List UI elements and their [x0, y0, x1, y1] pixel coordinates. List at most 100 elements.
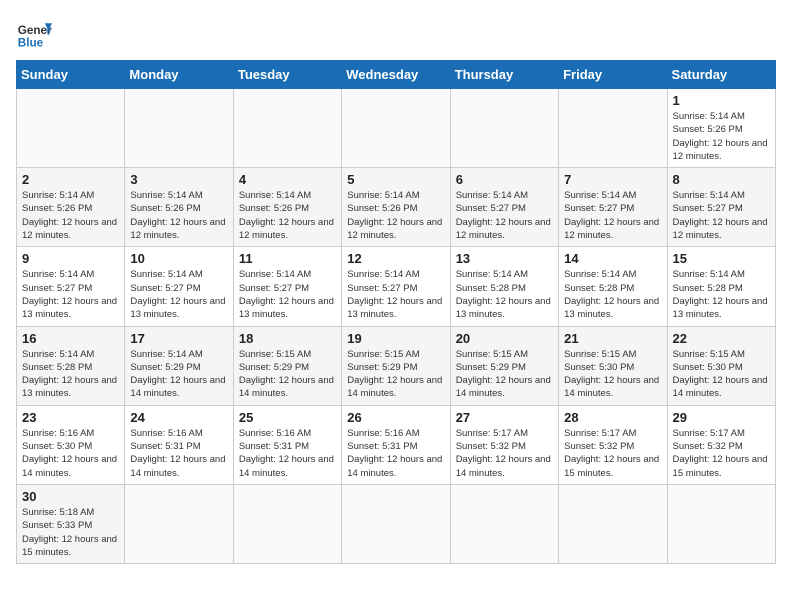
calendar-cell: 5 Sunrise: 5:14 AMSunset: 5:26 PMDaylight…	[342, 168, 450, 247]
day-number: 3	[130, 172, 227, 187]
day-number: 10	[130, 251, 227, 266]
calendar-cell: 6 Sunrise: 5:14 AMSunset: 5:27 PMDaylight…	[450, 168, 558, 247]
day-number: 6	[456, 172, 553, 187]
day-info: Sunrise: 5:16 AMSunset: 5:31 PMDaylight:…	[239, 427, 336, 480]
day-number: 25	[239, 410, 336, 425]
day-number: 24	[130, 410, 227, 425]
calendar-cell: 20Sunrise: 5:15 AMSunset: 5:29 PMDayligh…	[450, 326, 558, 405]
calendar-cell: 22 Sunrise: 5:15 AMSunset: 5:30 PMDayligh…	[667, 326, 775, 405]
day-info: Sunrise: 5:14 AMSunset: 5:26 PMDaylight:…	[347, 189, 444, 242]
day-info: Sunrise: 5:14 AMSunset: 5:27 PMDaylight:…	[456, 189, 553, 242]
day-number: 28	[564, 410, 661, 425]
calendar-cell: 30 Sunrise: 5:18 AMSunset: 5:33 PMDayligh…	[17, 484, 125, 563]
calendar-cell: 18 Sunrise: 5:15 AMSunset: 5:29 PMDayligh…	[233, 326, 341, 405]
day-number: 29	[673, 410, 770, 425]
calendar-cell: 10 Sunrise: 5:14 AMSunset: 5:27 PMDayligh…	[125, 247, 233, 326]
calendar-cell: 9 Sunrise: 5:14 AMSunset: 5:27 PMDaylight…	[17, 247, 125, 326]
day-info: Sunrise: 5:14 AMSunset: 5:27 PMDaylight:…	[347, 268, 444, 321]
calendar-cell	[450, 484, 558, 563]
calendar-cell	[342, 484, 450, 563]
weekday-header: Monday	[125, 61, 233, 89]
day-number: 9	[22, 251, 119, 266]
calendar-cell: 24 Sunrise: 5:16 AMSunset: 5:31 PMDayligh…	[125, 405, 233, 484]
calendar-cell: 4Sunrise: 5:14 AMSunset: 5:26 PMDaylight…	[233, 168, 341, 247]
calendar-cell: 19 Sunrise: 5:15 AMSunset: 5:29 PMDayligh…	[342, 326, 450, 405]
calendar-week-row: 9 Sunrise: 5:14 AMSunset: 5:27 PMDaylight…	[17, 247, 776, 326]
weekday-header: Saturday	[667, 61, 775, 89]
calendar-cell	[125, 89, 233, 168]
day-number: 30	[22, 489, 119, 504]
page-header: General Blue	[16, 16, 776, 52]
day-number: 11	[239, 251, 336, 266]
day-info: Sunrise: 5:16 AMSunset: 5:31 PMDaylight:…	[130, 427, 227, 480]
calendar-cell: 1 Sunrise: 5:14 AMSunset: 5:26 PMDaylight…	[667, 89, 775, 168]
day-number: 18	[239, 331, 336, 346]
calendar-cell: 12 Sunrise: 5:14 AMSunset: 5:27 PMDayligh…	[342, 247, 450, 326]
day-number: 15	[673, 251, 770, 266]
day-number: 8	[673, 172, 770, 187]
day-info: Sunrise: 5:14 AMSunset: 5:27 PMDaylight:…	[22, 268, 119, 321]
calendar-cell: 2 Sunrise: 5:14 AMSunset: 5:26 PMDaylight…	[17, 168, 125, 247]
day-number: 26	[347, 410, 444, 425]
day-number: 16	[22, 331, 119, 346]
calendar-cell: 14Sunrise: 5:14 AMSunset: 5:28 PMDayligh…	[559, 247, 667, 326]
weekday-header: Sunday	[17, 61, 125, 89]
calendar-cell	[559, 89, 667, 168]
day-number: 13	[456, 251, 553, 266]
day-info: Sunrise: 5:17 AMSunset: 5:32 PMDaylight:…	[456, 427, 553, 480]
calendar-week-row: 1 Sunrise: 5:14 AMSunset: 5:26 PMDaylight…	[17, 89, 776, 168]
day-number: 7	[564, 172, 661, 187]
day-info: Sunrise: 5:14 AMSunset: 5:26 PMDaylight:…	[130, 189, 227, 242]
calendar-cell	[233, 484, 341, 563]
calendar-cell: 27 Sunrise: 5:17 AMSunset: 5:32 PMDayligh…	[450, 405, 558, 484]
calendar-cell	[450, 89, 558, 168]
day-info: Sunrise: 5:14 AMSunset: 5:26 PMDaylight:…	[673, 110, 770, 163]
day-info: Sunrise: 5:14 AMSunset: 5:26 PMDaylight:…	[22, 189, 119, 242]
weekday-header: Wednesday	[342, 61, 450, 89]
calendar-cell	[559, 484, 667, 563]
day-info: Sunrise: 5:14 AMSunset: 5:29 PMDaylight:…	[130, 348, 227, 401]
calendar-week-row: 16Sunrise: 5:14 AMSunset: 5:28 PMDayligh…	[17, 326, 776, 405]
logo: General Blue	[16, 16, 52, 52]
weekday-header-row: SundayMondayTuesdayWednesdayThursdayFrid…	[17, 61, 776, 89]
calendar-cell: 11 Sunrise: 5:14 AMSunset: 5:27 PMDayligh…	[233, 247, 341, 326]
calendar-cell: 28 Sunrise: 5:17 AMSunset: 5:32 PMDayligh…	[559, 405, 667, 484]
day-number: 27	[456, 410, 553, 425]
day-number: 1	[673, 93, 770, 108]
weekday-header: Friday	[559, 61, 667, 89]
day-info: Sunrise: 5:18 AMSunset: 5:33 PMDaylight:…	[22, 506, 119, 559]
calendar-cell	[233, 89, 341, 168]
weekday-header: Thursday	[450, 61, 558, 89]
calendar-cell: 16Sunrise: 5:14 AMSunset: 5:28 PMDayligh…	[17, 326, 125, 405]
day-number: 17	[130, 331, 227, 346]
calendar-table: SundayMondayTuesdayWednesdayThursdayFrid…	[16, 60, 776, 564]
day-info: Sunrise: 5:14 AMSunset: 5:27 PMDaylight:…	[564, 189, 661, 242]
day-number: 22	[673, 331, 770, 346]
calendar-week-row: 2 Sunrise: 5:14 AMSunset: 5:26 PMDaylight…	[17, 168, 776, 247]
day-number: 23	[22, 410, 119, 425]
day-info: Sunrise: 5:17 AMSunset: 5:32 PMDaylight:…	[673, 427, 770, 480]
logo-icon: General Blue	[16, 16, 52, 52]
day-info: Sunrise: 5:16 AMSunset: 5:31 PMDaylight:…	[347, 427, 444, 480]
day-info: Sunrise: 5:14 AMSunset: 5:28 PMDaylight:…	[673, 268, 770, 321]
day-info: Sunrise: 5:14 AMSunset: 5:27 PMDaylight:…	[239, 268, 336, 321]
calendar-cell: 21Sunrise: 5:15 AMSunset: 5:30 PMDayligh…	[559, 326, 667, 405]
day-info: Sunrise: 5:14 AMSunset: 5:27 PMDaylight:…	[130, 268, 227, 321]
calendar-cell: 26 Sunrise: 5:16 AMSunset: 5:31 PMDayligh…	[342, 405, 450, 484]
calendar-cell	[125, 484, 233, 563]
calendar-cell: 23 Sunrise: 5:16 AMSunset: 5:30 PMDayligh…	[17, 405, 125, 484]
calendar-cell: 25 Sunrise: 5:16 AMSunset: 5:31 PMDayligh…	[233, 405, 341, 484]
day-info: Sunrise: 5:16 AMSunset: 5:30 PMDaylight:…	[22, 427, 119, 480]
calendar-cell	[667, 484, 775, 563]
day-number: 12	[347, 251, 444, 266]
day-info: Sunrise: 5:17 AMSunset: 5:32 PMDaylight:…	[564, 427, 661, 480]
day-info: Sunrise: 5:15 AMSunset: 5:29 PMDaylight:…	[239, 348, 336, 401]
day-number: 19	[347, 331, 444, 346]
day-info: Sunrise: 5:14 AMSunset: 5:27 PMDaylight:…	[673, 189, 770, 242]
calendar-cell	[17, 89, 125, 168]
day-number: 5	[347, 172, 444, 187]
day-number: 2	[22, 172, 119, 187]
calendar-cell: 15 Sunrise: 5:14 AMSunset: 5:28 PMDayligh…	[667, 247, 775, 326]
day-info: Sunrise: 5:15 AMSunset: 5:30 PMDaylight:…	[673, 348, 770, 401]
day-info: Sunrise: 5:15 AMSunset: 5:29 PMDaylight:…	[347, 348, 444, 401]
